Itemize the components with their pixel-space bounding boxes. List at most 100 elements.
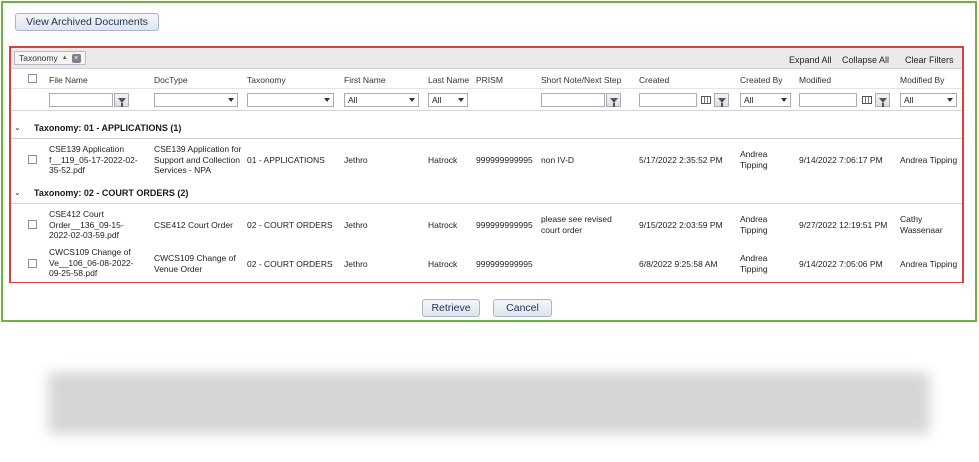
- cell-created: 6/8/2022 9:25:58 AM: [639, 259, 718, 269]
- cell-short-note: please see revised court order: [541, 214, 612, 235]
- created-calendar-button[interactable]: [698, 93, 713, 107]
- cell-created-by: Andrea Tipping: [740, 149, 768, 170]
- cancel-button[interactable]: Cancel: [493, 299, 552, 317]
- chevron-down-icon: [324, 98, 330, 102]
- retrieve-button[interactable]: Retrieve: [422, 299, 480, 317]
- file-name-filter-input[interactable]: [49, 93, 113, 107]
- first-name-filter-value: All: [348, 95, 358, 105]
- cell-taxonomy: 02 - COURT ORDERS: [247, 259, 333, 269]
- short-note-filter-button[interactable]: [606, 93, 621, 107]
- filter-row: All All All All: [11, 89, 962, 111]
- cell-modified: 9/27/2022 12:19:51 PM: [799, 220, 888, 230]
- file-name-filter-button[interactable]: [114, 93, 129, 107]
- close-icon[interactable]: ×: [71, 53, 81, 63]
- select-all-checkbox[interactable]: [28, 74, 37, 83]
- chevron-down-icon: [947, 98, 953, 102]
- cell-created-by: Andrea Tipping: [740, 253, 768, 274]
- column-header-prism[interactable]: PRISM: [476, 75, 503, 85]
- cell-modified-by: Andrea Tipping: [900, 155, 958, 165]
- created-filter-input[interactable]: [639, 93, 697, 107]
- table-row[interactable]: CSE412 Court Order__136_09-15-2022-02-03…: [11, 205, 962, 243]
- column-header-short-note[interactable]: Short Note/Next Step: [541, 75, 621, 85]
- table-row[interactable]: CSE139 Application f__119_05-17-2022-02-…: [11, 140, 962, 180]
- created-by-filter-value: All: [744, 95, 754, 105]
- chevron-down-icon[interactable]: ⌄: [14, 123, 21, 132]
- column-header-first-name[interactable]: First Name: [344, 75, 386, 85]
- cell-file-name[interactable]: CSE139 Application f__119_05-17-2022-02-…: [49, 144, 145, 176]
- cell-created: 5/17/2022 2:35:52 PM: [639, 155, 723, 165]
- cell-created: 9/15/2022 2:03:59 PM: [639, 220, 723, 230]
- group-header-applications[interactable]: ⌄ Taxonomy: 01 - APPLICATIONS (1): [11, 117, 962, 139]
- column-header-created-by[interactable]: Created By: [740, 75, 783, 85]
- cell-first-name: Jethro: [344, 155, 368, 165]
- group-by-bar: Taxonomy ▲ × Expand All Collapse All Cle…: [11, 48, 962, 69]
- documents-grid: Taxonomy ▲ × Expand All Collapse All Cle…: [9, 46, 964, 283]
- first-name-filter-select[interactable]: All: [344, 93, 419, 107]
- cell-first-name: Jethro: [344, 259, 368, 269]
- column-header-last-name[interactable]: Last Name: [428, 75, 469, 85]
- last-name-filter-value: All: [432, 95, 442, 105]
- cell-last-name: Hatrock: [428, 220, 458, 230]
- chevron-down-icon: [458, 98, 464, 102]
- table-row[interactable]: CWCS109 Change of Ve__106_06-08-2022-09-…: [11, 244, 962, 282]
- cell-modified: 9/14/2022 7:06:17 PM: [799, 155, 883, 165]
- row-checkbox[interactable]: [28, 220, 37, 229]
- cell-last-name: Hatrock: [428, 259, 458, 269]
- group-title: Taxonomy: 01 - APPLICATIONS (1): [34, 123, 182, 133]
- cell-modified: 9/14/2022 7:05:06 PM: [799, 259, 883, 269]
- chevron-down-icon[interactable]: ⌄: [14, 188, 21, 197]
- group-chip-taxonomy[interactable]: Taxonomy ▲ ×: [14, 51, 86, 65]
- modified-calendar-button[interactable]: [859, 93, 874, 107]
- group-header-court-orders[interactable]: ⌄ Taxonomy: 02 - COURT ORDERS (2): [11, 182, 962, 204]
- expand-all-link[interactable]: Expand All: [789, 55, 832, 65]
- column-header-modified-by[interactable]: Modified By: [900, 75, 944, 85]
- cell-prism: 999999999995: [476, 259, 533, 269]
- last-name-filter-select[interactable]: All: [428, 93, 468, 107]
- column-header-created[interactable]: Created: [639, 75, 669, 85]
- cell-modified-by: Andrea Tipping: [900, 259, 958, 269]
- column-header-modified[interactable]: Modified: [799, 75, 831, 85]
- column-header-file-name[interactable]: File Name: [49, 75, 88, 85]
- taxonomy-filter-select[interactable]: [247, 93, 334, 107]
- modified-by-filter-value: All: [904, 95, 914, 105]
- cell-prism: 999999999995: [476, 155, 533, 165]
- sort-ascending-icon[interactable]: ▲: [62, 55, 68, 61]
- doctype-filter-select[interactable]: [154, 93, 238, 107]
- modified-filter-button[interactable]: [875, 93, 890, 107]
- chevron-down-icon: [781, 98, 787, 102]
- collapse-all-link[interactable]: Collapse All: [842, 55, 889, 65]
- calendar-icon: [861, 96, 872, 104]
- cell-taxonomy: 01 - APPLICATIONS: [247, 155, 325, 165]
- cell-short-note: non IV-D: [541, 155, 575, 165]
- chevron-down-icon: [409, 98, 415, 102]
- cell-last-name: Hatrock: [428, 155, 458, 165]
- dialog-frame: View Archived Documents Taxonomy ▲ × Exp…: [1, 1, 977, 322]
- calendar-icon: [700, 96, 711, 104]
- column-header-row: File Name DocType Taxonomy First Name La…: [11, 69, 962, 89]
- cell-file-name[interactable]: CSE412 Court Order__136_09-15-2022-02-03…: [49, 209, 137, 241]
- view-archived-documents-button[interactable]: View Archived Documents: [15, 13, 159, 31]
- cell-modified-by: Cathy Wassenaar: [900, 214, 943, 235]
- short-note-filter-input[interactable]: [541, 93, 605, 107]
- modified-filter-input[interactable]: [799, 93, 857, 107]
- cell-file-name[interactable]: CWCS109 Change of Ve__106_06-08-2022-09-…: [49, 247, 145, 279]
- created-by-filter-select[interactable]: All: [740, 93, 791, 107]
- modified-by-filter-select[interactable]: All: [900, 93, 957, 107]
- filter-icon: [878, 97, 887, 107]
- row-checkbox[interactable]: [28, 259, 37, 268]
- cell-prism: 999999999995: [476, 220, 533, 230]
- filter-icon: [117, 97, 126, 107]
- column-header-taxonomy[interactable]: Taxonomy: [247, 75, 286, 85]
- filter-icon: [609, 97, 618, 107]
- row-checkbox[interactable]: [28, 155, 37, 164]
- cell-taxonomy: 02 - COURT ORDERS: [247, 220, 333, 230]
- cell-created-by: Andrea Tipping: [740, 214, 768, 235]
- group-chip-label: Taxonomy: [19, 53, 58, 63]
- chevron-down-icon: [228, 98, 234, 102]
- column-header-doctype[interactable]: DocType: [154, 75, 188, 85]
- cell-doctype: CSE139 Application for Support and Colle…: [154, 144, 242, 175]
- created-filter-button[interactable]: [714, 93, 729, 107]
- cell-doctype: CWCS109 Change of Venue Order: [154, 253, 236, 274]
- clear-filters-link[interactable]: Clear Filters: [905, 55, 954, 65]
- cell-doctype: CSE412 Court Order: [154, 220, 233, 230]
